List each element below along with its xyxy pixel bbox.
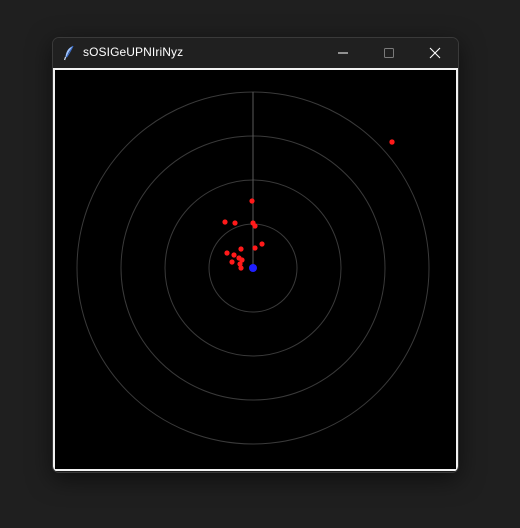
minimize-icon: [338, 52, 348, 54]
minimize-button[interactable]: [320, 38, 366, 68]
target-dot: [229, 259, 235, 265]
target-dot: [389, 139, 395, 145]
target-dot: [238, 265, 244, 271]
window-title: sOSIGeUPNIriNyz: [83, 45, 184, 59]
title-bar[interactable]: sOSIGeUPNIriNyz: [53, 38, 458, 68]
app-window: sOSIGeUPNIriNyz: [52, 37, 459, 473]
target-dot: [238, 246, 244, 252]
client-area[interactable]: [53, 68, 458, 471]
radar-canvas[interactable]: [55, 70, 456, 469]
target-dot: [259, 241, 265, 247]
target-dot: [249, 198, 255, 204]
target-dot: [231, 252, 237, 258]
desktop-background: sOSIGeUPNIriNyz: [0, 0, 520, 528]
target-dot: [252, 223, 258, 229]
target-dot: [232, 220, 238, 226]
target-dot: [224, 250, 230, 256]
close-icon: [429, 47, 441, 59]
target-dot: [222, 219, 228, 225]
feather-pen-icon: [62, 45, 76, 61]
target-dot: [252, 245, 258, 251]
maximize-icon: [384, 48, 394, 58]
close-button[interactable]: [412, 38, 458, 68]
maximize-button[interactable]: [366, 38, 412, 68]
center-marker-icon: [249, 264, 257, 272]
